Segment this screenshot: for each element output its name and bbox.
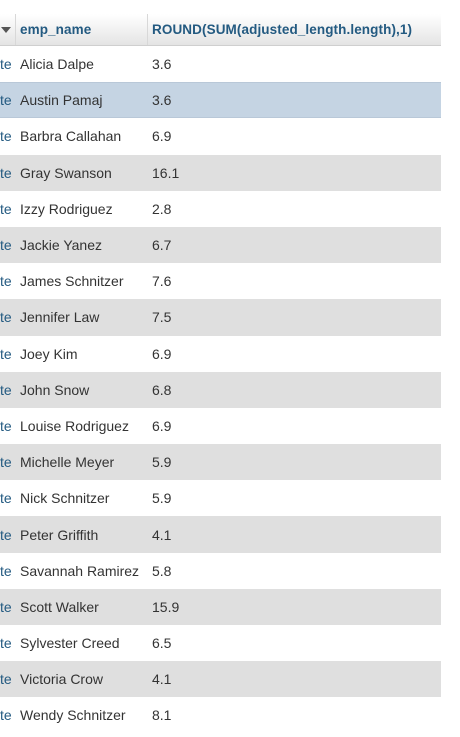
row-delete-link[interactable]: te <box>0 309 16 325</box>
sort-column-header[interactable] <box>0 14 16 45</box>
cell-emp-name: John Snow <box>20 381 90 398</box>
cell-emp-name: Savannah Ramirez <box>20 562 140 579</box>
table-row[interactable]: te Austin Pamaj 3.6 <box>0 82 441 119</box>
cell-emp-name: Wendy Schnitzer <box>20 707 126 724</box>
table-row[interactable]: te Scott Walker 15.9 <box>0 588 441 625</box>
cell-sum-length: 6.7 <box>152 237 172 254</box>
cell-sum-length: 3.6 <box>152 56 172 73</box>
table-row[interactable]: te Gray Swanson 16.1 <box>0 154 441 191</box>
cell-emp-name: Jackie Yanez <box>20 237 102 254</box>
column-header-sum-link[interactable]: ROUND(SUM(adjusted_length.length),1) <box>152 22 412 37</box>
row-delete-link[interactable]: te <box>0 56 16 72</box>
table-row[interactable]: te Victoria Crow 4.1 <box>0 661 441 698</box>
cell-sum-length: 6.5 <box>152 635 172 652</box>
cell-emp-name: Michelle Meyer <box>20 454 115 471</box>
row-delete-link[interactable]: te <box>0 418 16 434</box>
table-row[interactable]: te Izzy Rodriguez 2.8 <box>0 190 441 227</box>
cell-sum-length: 8.1 <box>152 707 172 724</box>
cell-sum-length: 3.6 <box>152 92 172 109</box>
cell-emp-name: Gray Swanson <box>20 164 112 181</box>
cell-emp-name: Louise Rodriguez <box>20 417 129 434</box>
cell-sum-length: 2.8 <box>152 200 172 217</box>
cell-sum-length: 16.1 <box>152 164 180 181</box>
cell-sum-length: 6.9 <box>152 128 172 145</box>
row-delete-link[interactable]: te <box>0 671 16 687</box>
cell-sum-length: 6.9 <box>152 417 172 434</box>
row-delete-link[interactable]: te <box>0 563 16 579</box>
cell-sum-length: 5.8 <box>152 562 172 579</box>
column-header-emp-name[interactable]: emp_name <box>16 14 148 45</box>
cell-sum-length: 15.9 <box>152 598 180 615</box>
row-delete-link[interactable]: te <box>0 273 16 289</box>
table-row[interactable]: te James Schnitzer 7.6 <box>0 263 441 300</box>
table-row[interactable]: te Savannah Ramirez 5.8 <box>0 552 441 589</box>
cell-emp-name: Victoria Crow <box>20 671 103 688</box>
cell-emp-name: Sylvester Creed <box>20 635 120 652</box>
table-row[interactable]: te Peter Griffith 4.1 <box>0 516 441 553</box>
table-row[interactable]: te Jennifer Law 7.5 <box>0 299 441 336</box>
row-delete-link[interactable]: te <box>0 490 16 506</box>
row-delete-link[interactable]: te <box>0 707 16 723</box>
column-header-emp-name-link[interactable]: emp_name <box>20 22 91 37</box>
cell-sum-length: 5.9 <box>152 454 172 471</box>
row-delete-link[interactable]: te <box>0 128 16 144</box>
row-delete-link[interactable]: te <box>0 635 16 651</box>
cell-emp-name: James Schnitzer <box>20 273 124 290</box>
cell-sum-length: 6.9 <box>152 345 172 362</box>
sort-down-icon <box>0 26 11 33</box>
cell-sum-length: 7.5 <box>152 309 172 326</box>
cell-emp-name: Nick Schnitzer <box>20 490 110 507</box>
table-row[interactable]: te Louise Rodriguez 6.9 <box>0 407 441 445</box>
row-delete-link[interactable]: te <box>0 92 16 108</box>
table-row[interactable]: te Joey Kim 6.9 <box>0 335 441 372</box>
row-delete-link[interactable]: te <box>0 201 16 217</box>
row-delete-link[interactable]: te <box>0 237 16 253</box>
row-delete-link[interactable]: te <box>0 599 16 615</box>
column-header-sum[interactable]: ROUND(SUM(adjusted_length.length),1) <box>148 14 441 45</box>
results-table: emp_name ROUND(SUM(adjusted_length.lengt… <box>0 14 441 734</box>
cell-emp-name: Barbra Callahan <box>20 128 122 145</box>
cell-emp-name: Izzy Rodriguez <box>20 200 113 217</box>
cell-emp-name: Alicia Dalpe <box>20 56 94 73</box>
table-row[interactable]: te Alicia Dalpe 3.6 <box>0 46 441 83</box>
table-header: emp_name ROUND(SUM(adjusted_length.lengt… <box>0 14 441 46</box>
cell-sum-length: 6.8 <box>152 381 172 398</box>
cell-emp-name: Austin Pamaj <box>20 92 103 109</box>
row-delete-link[interactable]: te <box>0 346 16 362</box>
table-row[interactable]: te John Snow 6.8 <box>0 371 441 408</box>
table-body: te Alicia Dalpe 3.6 te Austin Pamaj 3.6 te Barb… <box>0 46 441 734</box>
cell-sum-length: 5.9 <box>152 490 172 507</box>
cell-sum-length: 4.1 <box>152 526 172 543</box>
cell-emp-name: Peter Griffith <box>20 526 99 543</box>
row-delete-link[interactable]: te <box>0 382 16 398</box>
row-delete-link[interactable]: te <box>0 454 16 470</box>
cell-emp-name: Joey Kim <box>20 345 78 362</box>
table-row[interactable]: te Nick Schnitzer 5.9 <box>0 480 441 517</box>
table-row[interactable]: te Wendy Schnitzer 8.1 <box>0 697 441 734</box>
cell-emp-name: Scott Walker <box>20 598 99 615</box>
cell-sum-length: 7.6 <box>152 273 172 290</box>
row-delete-link[interactable]: te <box>0 165 16 181</box>
table-row[interactable]: te Jackie Yanez 6.7 <box>0 226 441 264</box>
cell-sum-length: 4.1 <box>152 671 172 688</box>
table-row[interactable]: te Sylvester Creed 6.5 <box>0 625 441 662</box>
table-row[interactable]: te Barbra Callahan 6.9 <box>0 118 441 155</box>
table-row[interactable]: te Michelle Meyer 5.9 <box>0 444 441 481</box>
row-delete-link[interactable]: te <box>0 527 16 543</box>
cell-emp-name: Jennifer Law <box>20 309 100 326</box>
